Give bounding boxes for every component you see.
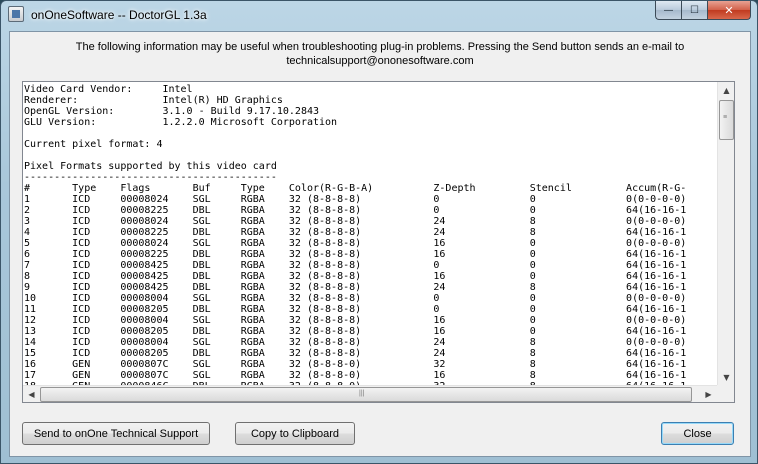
report-line: GLU Version: 1.2.2.0 Microsoft Corporati… <box>24 117 338 128</box>
scroll-corner <box>717 385 734 402</box>
close-window-button[interactable]: ✕ <box>707 1 751 20</box>
minimize-icon: — <box>663 4 674 16</box>
app-icon[interactable] <box>8 6 24 22</box>
report-line: 6 ICD 00008225 DBL RGBA 32 (8-8-8-8) 16 … <box>24 249 687 260</box>
report-line: 16 GEN 0000807C SGL RGBA 32 (8-8-8-0) 32… <box>24 359 687 370</box>
report-line: Pixel Formats supported by this video ca… <box>24 161 277 172</box>
horizontal-scrollbar[interactable]: ◀ ||| ▶ <box>23 385 717 402</box>
dialog-client-area: The following information may be useful … <box>9 31 751 457</box>
report-line: OpenGL Version: 3.1.0 - Build 9.17.10.28… <box>24 106 320 117</box>
info-line-1: The following information may be useful … <box>75 41 685 53</box>
report-line: 15 ICD 00008205 DBL RGBA 32 (8-8-8-8) 24… <box>24 348 687 359</box>
vertical-grip-icon: ≡ <box>723 114 728 121</box>
horizontal-scroll-thumb[interactable]: ||| <box>40 387 692 402</box>
report-line: Renderer: Intel(R) HD Graphics <box>24 95 283 106</box>
report-text[interactable]: Video Card Vendor: Intel Renderer: Intel(… <box>24 84 718 386</box>
close-button[interactable]: Close <box>661 422 734 445</box>
info-email: technicalsupport@ononesoftware.com <box>286 55 474 67</box>
maximize-button[interactable]: ☐ <box>681 1 707 20</box>
report-line: 11 ICD 00008205 DBL RGBA 32 (8-8-8-8) 0 … <box>24 304 687 315</box>
report-line: 14 ICD 00008004 SGL RGBA 32 (8-8-8-8) 24… <box>24 337 687 348</box>
report-line: 8 ICD 00008425 DBL RGBA 32 (8-8-8-8) 16 … <box>24 271 687 282</box>
window-title: onOneSoftware -- DoctorGL 1.3a <box>31 8 207 22</box>
horizontal-grip-icon: ||| <box>359 390 365 397</box>
caption-buttons: — ☐ ✕ <box>655 1 751 20</box>
report-line: Video Card Vendor: Intel <box>24 84 193 95</box>
report-line: 12 ICD 00008004 SGL RGBA 32 (8-8-8-8) 16… <box>24 315 687 326</box>
maximize-icon: ☐ <box>690 4 699 16</box>
vertical-scroll-thumb[interactable]: ≡ <box>719 100 734 140</box>
report-line: 10 ICD 00008004 SGL RGBA 32 (8-8-8-8) 0 … <box>24 293 687 304</box>
report-line: 13 ICD 00008205 DBL RGBA 32 (8-8-8-8) 16… <box>24 326 687 337</box>
scroll-down-arrow-icon[interactable]: ▼ <box>718 369 735 386</box>
dialog-window: onOneSoftware -- DoctorGL 1.3a — ☐ ✕ The… <box>0 0 758 464</box>
scroll-left-arrow-icon[interactable]: ◀ <box>23 386 40 403</box>
report-line: 2 ICD 00008225 DBL RGBA 32 (8-8-8-8) 0 0… <box>24 205 687 216</box>
report-line: 4 ICD 00008225 DBL RGBA 32 (8-8-8-8) 24 … <box>24 227 687 238</box>
report-line: 3 ICD 00008024 SGL RGBA 32 (8-8-8-8) 24 … <box>24 216 687 227</box>
report-line: # Type Flags Buf Type Color(R-G-B-A) Z-D… <box>24 183 687 194</box>
title-bar[interactable]: onOneSoftware -- DoctorGL 1.3a — ☐ ✕ <box>1 1 757 29</box>
report-line: 1 ICD 00008024 SGL RGBA 32 (8-8-8-8) 0 0… <box>24 194 687 205</box>
report-line: ----------------------------------------… <box>24 172 277 183</box>
scroll-right-arrow-icon[interactable]: ▶ <box>700 386 717 403</box>
scroll-up-arrow-icon[interactable]: ▲ <box>718 82 735 99</box>
report-line <box>24 128 718 139</box>
report-line <box>24 150 718 161</box>
report-line: 7 ICD 00008425 DBL RGBA 32 (8-8-8-8) 0 0… <box>24 260 687 271</box>
report-line: 5 ICD 00008024 SGL RGBA 32 (8-8-8-8) 16 … <box>24 238 687 249</box>
copy-to-clipboard-button[interactable]: Copy to Clipboard <box>235 422 355 445</box>
report-line: 17 GEN 0000807C SGL RGBA 32 (8-8-8-0) 16… <box>24 370 687 381</box>
close-icon: ✕ <box>724 3 734 17</box>
minimize-button[interactable]: — <box>655 1 681 20</box>
report-line: 9 ICD 00008425 DBL RGBA 32 (8-8-8-8) 24 … <box>24 282 687 293</box>
send-to-support-button[interactable]: Send to onOne Technical Support <box>22 422 210 445</box>
report-textbox[interactable]: Video Card Vendor: Intel Renderer: Intel(… <box>22 81 735 403</box>
vertical-scrollbar[interactable]: ▲ ≡ ▼ <box>717 82 734 386</box>
report-line: Current pixel format: 4 <box>24 139 163 150</box>
info-message: The following information may be useful … <box>10 40 750 68</box>
